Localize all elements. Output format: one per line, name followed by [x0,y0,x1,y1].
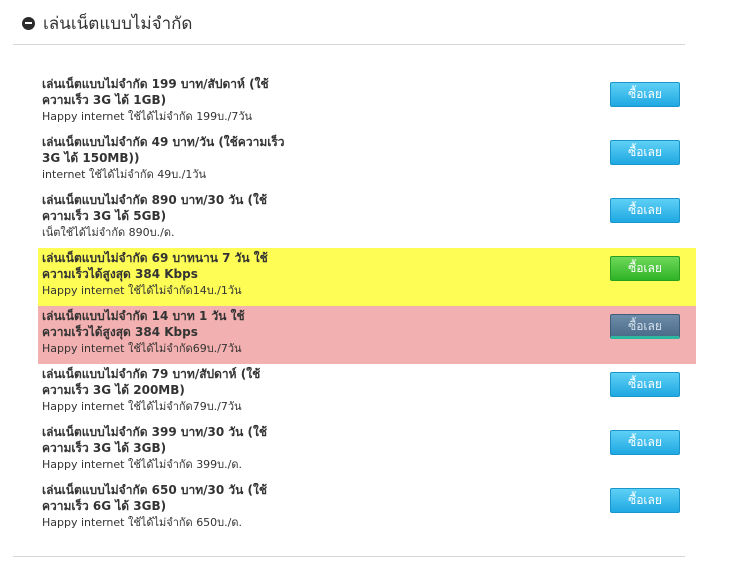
plan-text: เล่นเน็ตแบบไม่จำกัด 14 บาท 1 วัน ใช้ ควา… [42,308,302,357]
plan-description: Happy internet ใช้ได้ไม่จำกัด79บ./7วัน [42,400,242,413]
plan-description: Happy internet ใช้ได้ไม่จำกัด69บ./7วัน [42,342,242,355]
buy-button[interactable]: ซื้อเลย [610,82,680,107]
plan-row-highlighted: เล่นเน็ตแบบไม่จำกัด 14 บาท 1 วัน ใช้ ควา… [38,306,696,364]
plan-description: Happy internet ใช้ได้ไม่จำกัด14บ./1วัน [42,284,242,297]
plan-title: เล่นเน็ตแบบไม่จำกัด 890 บาท/30 วัน (ใช้ … [42,193,268,223]
buy-button[interactable]: ซื้อเลย [610,314,680,339]
plan-title: เล่นเน็ตแบบไม่จำกัด 399 บาท/30 วัน (ใช้ … [42,425,268,455]
plan-description: internet ใช้ได้ไม่จำกัด 49บ./1วัน [42,168,207,181]
buy-button[interactable]: ซื้อเลย [610,256,680,281]
plan-row: เล่นเน็ตแบบไม่จำกัด 650 บาท/30 วัน (ใช้ … [38,480,696,538]
plan-text: เล่นเน็ตแบบไม่จำกัด 49 บาท/วัน (ใช้ความเ… [42,134,302,183]
plan-title: เล่นเน็ตแบบไม่จำกัด 14 บาท 1 วัน ใช้ ควา… [42,309,245,339]
buy-button[interactable]: ซื้อเลย [610,372,680,397]
plan-description: Happy internet ใช้ได้ไม่จำกัด 399บ./ด. [42,458,243,471]
plan-row: เล่นเน็ตแบบไม่จำกัด 199 บาท/สัปดาห์ (ใช้… [38,74,696,132]
plan-text: เล่นเน็ตแบบไม่จำกัด 199 บาท/สัปดาห์ (ใช้… [42,76,302,125]
footer-divider [13,556,685,557]
plan-description: Happy internet ใช้ได้ไม่จำกัด 650บ./ด. [42,516,243,529]
plan-title: เล่นเน็ตแบบไม่จำกัด 49 บาท/วัน (ใช้ความเ… [42,135,285,165]
buy-button[interactable]: ซื้อเลย [610,488,680,513]
plan-text: เล่นเน็ตแบบไม่จำกัด 399 บาท/30 วัน (ใช้ … [42,424,302,473]
plan-description: เน็ตใช้ได้ไม่จำกัด 890บ./ด. [42,226,175,239]
plan-title: เล่นเน็ตแบบไม่จำกัด 79 บาท/สัปดาห์ (ใช้ … [42,367,261,397]
plan-title: เล่นเน็ตแบบไม่จำกัด 199 บาท/สัปดาห์ (ใช้… [42,77,269,107]
plan-text: เล่นเน็ตแบบไม่จำกัด 69 บาทนาน 7 วัน ใช้ … [42,250,302,299]
plan-title: เล่นเน็ตแบบไม่จำกัด 69 บาทนาน 7 วัน ใช้ … [42,251,268,281]
plan-title: เล่นเน็ตแบบไม่จำกัด 650 บาท/30 วัน (ใช้ … [42,483,268,513]
plan-text: เล่นเน็ตแบบไม่จำกัด 650 บาท/30 วัน (ใช้ … [42,482,302,531]
plan-text: เล่นเน็ตแบบไม่จำกัด 79 บาท/สัปดาห์ (ใช้ … [42,366,302,415]
section-title: เล่นเน็ตแบบไม่จำกัด [43,13,193,34]
minus-circle-icon[interactable] [22,16,35,30]
plan-row-highlighted: เล่นเน็ตแบบไม่จำกัด 69 บาทนาน 7 วัน ใช้ … [38,248,696,306]
buy-button[interactable]: ซื้อเลย [610,430,680,455]
plan-row: เล่นเน็ตแบบไม่จำกัด 890 บาท/30 วัน (ใช้ … [38,190,696,248]
buy-button[interactable]: ซื้อเลย [610,140,680,165]
section-header[interactable]: เล่นเน็ตแบบไม่จำกัด [22,10,192,36]
plan-row: เล่นเน็ตแบบไม่จำกัด 49 บาท/วัน (ใช้ความเ… [38,132,696,190]
plan-description: Happy internet ใช้ได้ไม่จำกัด 199บ./7วัน [42,110,253,123]
plan-row: เล่นเน็ตแบบไม่จำกัด 399 บาท/30 วัน (ใช้ … [38,422,696,480]
header-divider [13,44,685,45]
plan-text: เล่นเน็ตแบบไม่จำกัด 890 บาท/30 วัน (ใช้ … [42,192,302,241]
buy-button[interactable]: ซื้อเลย [610,198,680,223]
plan-row: เล่นเน็ตแบบไม่จำกัด 79 บาท/สัปดาห์ (ใช้ … [38,364,696,422]
